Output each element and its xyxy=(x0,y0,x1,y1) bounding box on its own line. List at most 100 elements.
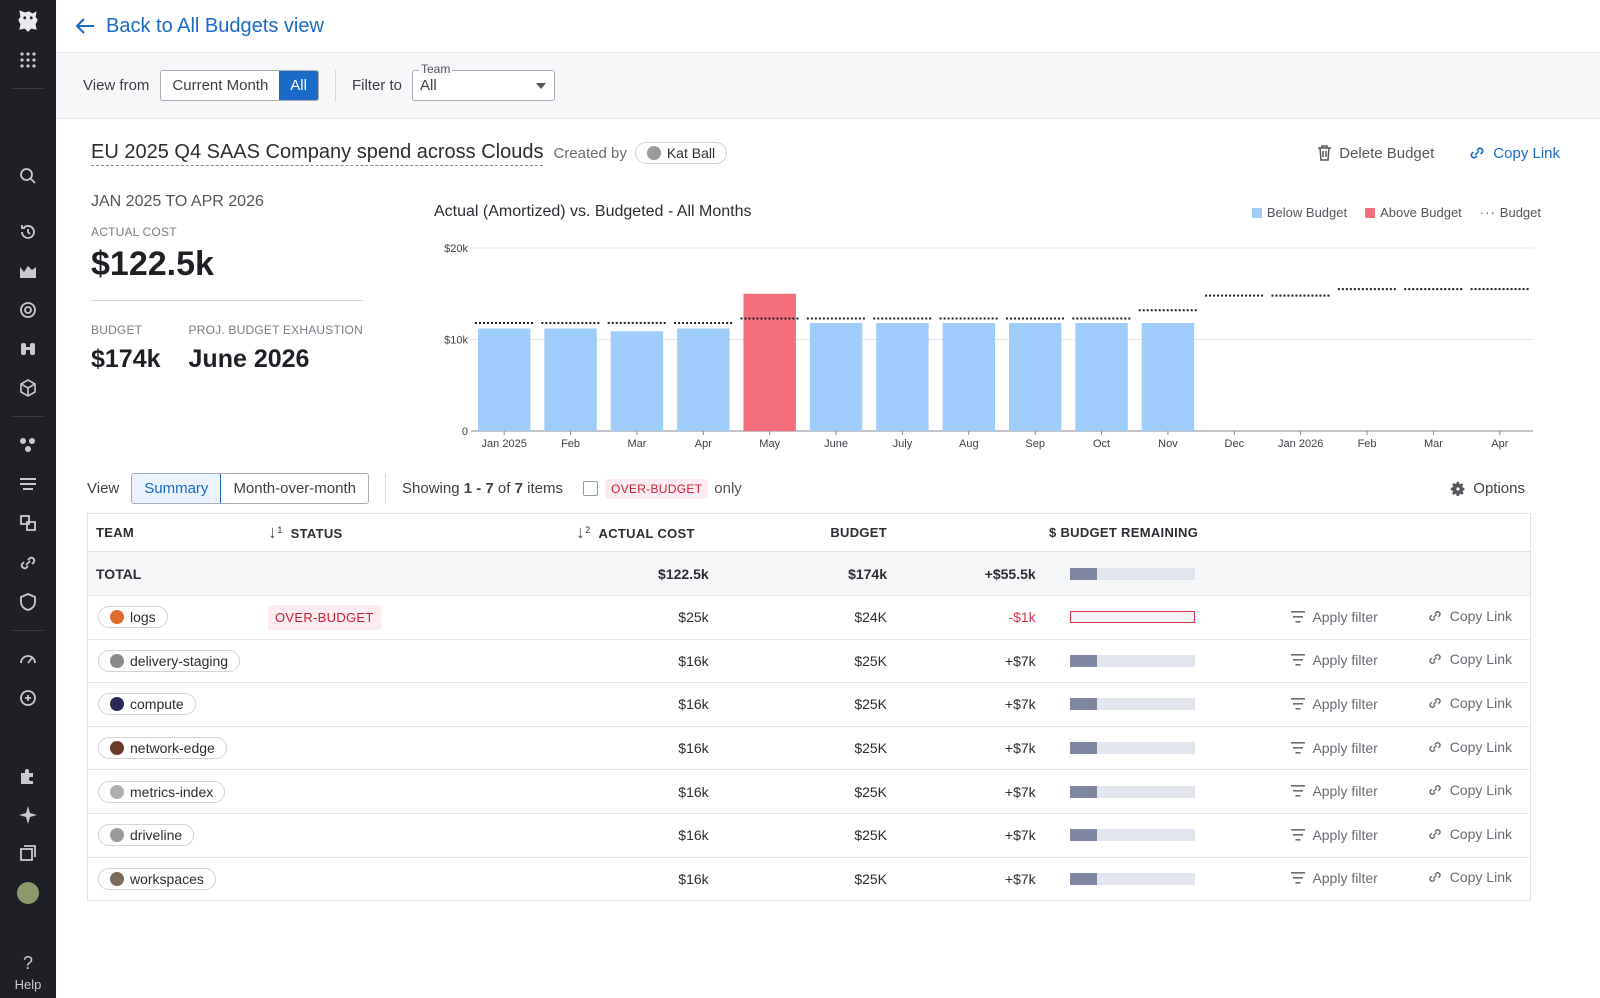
team-avatar xyxy=(110,828,124,843)
bar xyxy=(743,293,796,431)
datadog-logo-icon[interactable] xyxy=(15,6,41,34)
watchdog-icon[interactable] xyxy=(18,339,38,359)
budget-chart: Actual (Amortized) vs. Budgeted - All Mo… xyxy=(426,195,1541,465)
row-copy-link-button[interactable]: Copy Link xyxy=(1427,869,1512,885)
creator-pill[interactable]: Kat Ball xyxy=(634,142,728,164)
view-toggle: Summary Month-over-month xyxy=(131,473,369,504)
row-copy-link-button[interactable]: Copy Link xyxy=(1427,608,1512,624)
col-status[interactable]: ↓1 STATUS xyxy=(268,513,576,552)
team-pill[interactable]: driveline xyxy=(98,824,195,847)
team-name: metrics-index xyxy=(130,783,214,800)
apply-filter-button[interactable]: Apply filter xyxy=(1291,783,1378,799)
performance-gauge-icon[interactable] xyxy=(18,648,38,668)
apply-filter-button[interactable]: Apply filter xyxy=(1291,696,1378,712)
remaining-cell: +$7k xyxy=(887,682,1036,727)
row-copy-link-button[interactable]: Copy Link xyxy=(1427,782,1512,798)
back-to-budgets-link[interactable]: Back to All Budgets view xyxy=(74,15,324,38)
x-tick-label: July xyxy=(893,438,913,450)
col-budget[interactable]: BUDGET xyxy=(708,513,888,552)
filter-icon xyxy=(1291,741,1306,754)
actual-cost-cell: $16k xyxy=(575,639,709,684)
col-remaining[interactable]: $ BUDGET REMAINING xyxy=(887,513,1227,552)
integrations-puzzle-icon[interactable] xyxy=(18,766,38,786)
view-label: View xyxy=(87,480,120,497)
copy-link-button[interactable]: Copy Link xyxy=(1468,144,1560,162)
copy-link-label: Copy Link xyxy=(1449,694,1512,711)
current-month-button[interactable]: Current Month xyxy=(161,71,279,100)
remaining-cell: +$7k xyxy=(887,769,1036,814)
creator-avatar xyxy=(646,146,661,160)
sort-desc-icon: ↓ xyxy=(268,522,278,542)
remaining-bar xyxy=(1069,611,1195,624)
chart-plot: 0 $10k $20k Jan 2025 Feb Mar Apr May June July Aug… xyxy=(444,243,1533,450)
x-tick-label: Feb xyxy=(1358,438,1377,450)
team-pill[interactable]: compute xyxy=(98,693,196,716)
team-pill[interactable]: metrics-index xyxy=(98,780,226,803)
copy-link-label: Copy Link xyxy=(1449,651,1512,668)
user-avatar[interactable] xyxy=(17,882,39,904)
team-name: delivery-staging xyxy=(130,652,229,669)
range-end: APR 2026 xyxy=(190,193,264,210)
table-row: driveline $16k $25K +$7k Apply filter Co… xyxy=(87,813,1531,858)
all-button[interactable]: All xyxy=(279,71,318,100)
logs-icon[interactable] xyxy=(18,474,38,494)
team-pill[interactable]: logs xyxy=(98,606,168,629)
security-icon[interactable] xyxy=(18,592,38,612)
apply-filter-button[interactable]: Apply filter xyxy=(1291,740,1378,756)
help-button[interactable]: ? Help xyxy=(0,953,56,992)
remaining-fill xyxy=(1069,829,1098,842)
filter-bar: View from Current Month All Filter to Te… xyxy=(56,53,1600,119)
apply-filter-button[interactable]: Apply filter xyxy=(1291,609,1378,625)
team-name: driveline xyxy=(130,827,183,844)
month-over-month-tab[interactable]: Month-over-month xyxy=(221,474,368,503)
table-row: network-edge $16k $25K +$7k Apply filter… xyxy=(87,726,1531,771)
monitors-icon[interactable] xyxy=(18,300,38,320)
budget-cell: $25K xyxy=(708,682,888,727)
exhaustion-value: June 2026 xyxy=(188,345,310,373)
summary-tab[interactable]: Summary xyxy=(132,474,222,503)
row-copy-link-button[interactable]: Copy Link xyxy=(1427,739,1512,755)
showing-count: Showing 1 - 7 of 7 items xyxy=(402,480,563,497)
col-team[interactable]: TEAM xyxy=(87,513,268,552)
row-copy-link-button[interactable]: Copy Link xyxy=(1427,651,1512,667)
delete-budget-button[interactable]: Delete Budget xyxy=(1317,144,1434,162)
search-icon[interactable] xyxy=(18,166,38,186)
filter-icon xyxy=(1291,610,1306,623)
apply-filter-label: Apply filter xyxy=(1312,652,1378,669)
bar xyxy=(544,328,597,431)
service-catalog-icon[interactable] xyxy=(18,378,38,398)
col-actual-cost[interactable]: ↓2 ACTUAL COST xyxy=(575,513,709,552)
actual-sort-order: 2 xyxy=(585,524,591,535)
apm-icon[interactable] xyxy=(18,513,38,533)
options-button[interactable]: Options xyxy=(1450,480,1525,497)
dashboards-icon[interactable] xyxy=(18,261,38,281)
team-pill[interactable]: delivery-staging xyxy=(98,649,241,672)
row-copy-link-button[interactable]: Copy Link xyxy=(1427,695,1512,711)
total-remaining: +$55.5k xyxy=(887,551,1036,596)
team-name: network-edge xyxy=(130,740,215,757)
budget-cell: $25K xyxy=(708,726,888,771)
actual-cost-cell: $16k xyxy=(575,813,709,858)
showing-range: 1 - 7 xyxy=(463,480,494,497)
apps-grid-icon[interactable] xyxy=(18,50,38,70)
team-pill[interactable]: workspaces xyxy=(98,867,216,890)
history-icon[interactable] xyxy=(18,222,38,242)
team-pill[interactable]: network-edge xyxy=(98,737,227,760)
trash-icon xyxy=(1318,145,1332,161)
apply-filter-button[interactable]: Apply filter xyxy=(1291,870,1378,886)
apply-filter-button[interactable]: Apply filter xyxy=(1291,652,1378,669)
infrastructure-icon[interactable] xyxy=(18,435,38,455)
ci-icon[interactable] xyxy=(18,688,38,708)
notebooks-icon[interactable] xyxy=(18,844,38,864)
creator-name: Kat Ball xyxy=(666,145,716,161)
apply-filter-button[interactable]: Apply filter xyxy=(1291,826,1378,843)
x-tick-label: Jan 2026 xyxy=(1278,438,1323,450)
integrations-link-icon[interactable] xyxy=(18,553,38,573)
bits-ai-sparkle-icon[interactable] xyxy=(18,805,38,825)
over-budget-only-checkbox[interactable] xyxy=(582,481,598,496)
x-tick-label: Dec xyxy=(1225,438,1245,450)
apply-filter-label: Apply filter xyxy=(1312,826,1378,843)
row-copy-link-button[interactable]: Copy Link xyxy=(1427,826,1512,842)
team-select[interactable]: Team All xyxy=(411,62,555,101)
remaining-fill xyxy=(1069,698,1098,711)
